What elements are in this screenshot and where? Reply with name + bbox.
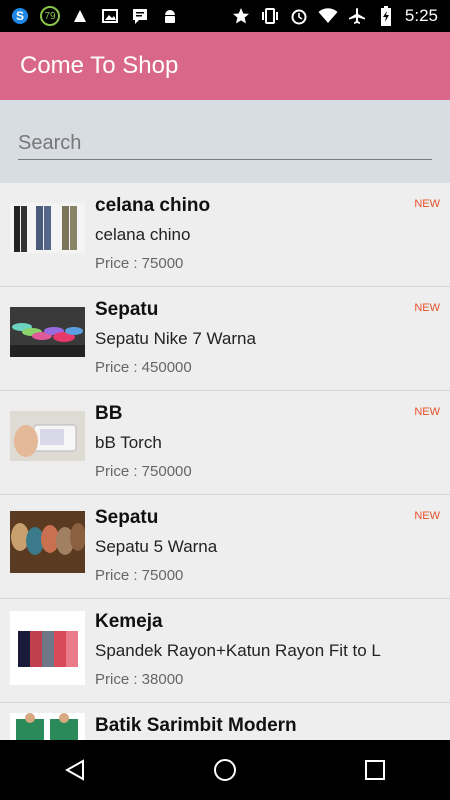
product-price: Price : 75000 <box>95 255 184 272</box>
product-item[interactable]: Sepatu Sepatu Nike 7 Warna Price : 45000… <box>0 287 450 391</box>
product-title: Batik Sarimbit Modern <box>95 715 297 736</box>
star-icon <box>231 6 251 26</box>
new-badge: NEW <box>414 198 440 210</box>
svg-text:S: S <box>16 9 24 23</box>
app-bar: Come To Shop <box>0 32 450 100</box>
new-badge: NEW <box>414 510 440 522</box>
navigation-bar <box>0 740 450 800</box>
wifi-icon <box>318 6 338 26</box>
product-item[interactable]: Batik Sarimbit Modern <box>0 703 450 740</box>
notification-icon <box>70 6 90 26</box>
home-icon <box>214 759 236 781</box>
back-button[interactable] <box>45 740 105 800</box>
product-price: Price : 38000 <box>95 671 184 688</box>
product-description: Sepatu Nike 7 Warna <box>95 329 256 348</box>
product-description: Sepatu 5 Warna <box>95 537 218 556</box>
home-button[interactable] <box>195 740 255 800</box>
battery-badge-icon: 79 <box>40 6 60 26</box>
product-description: Spandek Rayon+Katun Rayon Fit to L <box>95 641 381 660</box>
product-image <box>10 307 85 357</box>
recents-button[interactable] <box>345 740 405 800</box>
status-bar: S 79 5:25 <box>0 0 450 32</box>
message-icon <box>130 6 150 26</box>
alarm-icon <box>289 6 309 26</box>
product-title: Sepatu <box>95 507 159 528</box>
image-icon <box>100 6 120 26</box>
product-image <box>10 203 85 253</box>
search-area <box>0 100 450 183</box>
app-title: Come To Shop <box>20 52 179 79</box>
back-icon <box>64 759 84 781</box>
battery-icon <box>376 6 396 26</box>
skype-icon: S <box>10 6 30 26</box>
product-price: Price : 75000 <box>95 567 184 584</box>
product-item[interactable]: Kemeja Spandek Rayon+Katun Rayon Fit to … <box>0 599 450 703</box>
airplane-icon <box>347 6 367 26</box>
product-description: bB Torch <box>95 433 162 452</box>
search-input[interactable] <box>18 128 432 160</box>
product-price: Price : 450000 <box>95 359 192 376</box>
product-title: Sepatu <box>95 299 159 320</box>
product-item[interactable]: Sepatu Sepatu 5 Warna Price : 75000 NEW <box>0 495 450 599</box>
product-image <box>10 611 85 685</box>
product-item[interactable]: celana chino celana chino Price : 75000 … <box>0 183 450 287</box>
vibrate-icon <box>260 6 280 26</box>
new-badge: NEW <box>414 406 440 418</box>
product-image <box>10 511 85 573</box>
product-description: celana chino <box>95 225 191 244</box>
product-title: Kemeja <box>95 611 163 632</box>
recents-icon <box>365 760 385 780</box>
product-list[interactable]: celana chino celana chino Price : 75000 … <box>0 183 450 740</box>
product-item[interactable]: BB bB Torch Price : 750000 NEW <box>0 391 450 495</box>
product-price: Price : 750000 <box>95 463 192 480</box>
status-time: 5:25 <box>404 6 438 25</box>
product-title: celana chino <box>95 195 211 216</box>
product-image <box>10 713 85 740</box>
new-badge: NEW <box>414 302 440 314</box>
product-image <box>10 411 85 461</box>
product-title: BB <box>95 403 123 424</box>
android-icon <box>160 6 180 26</box>
